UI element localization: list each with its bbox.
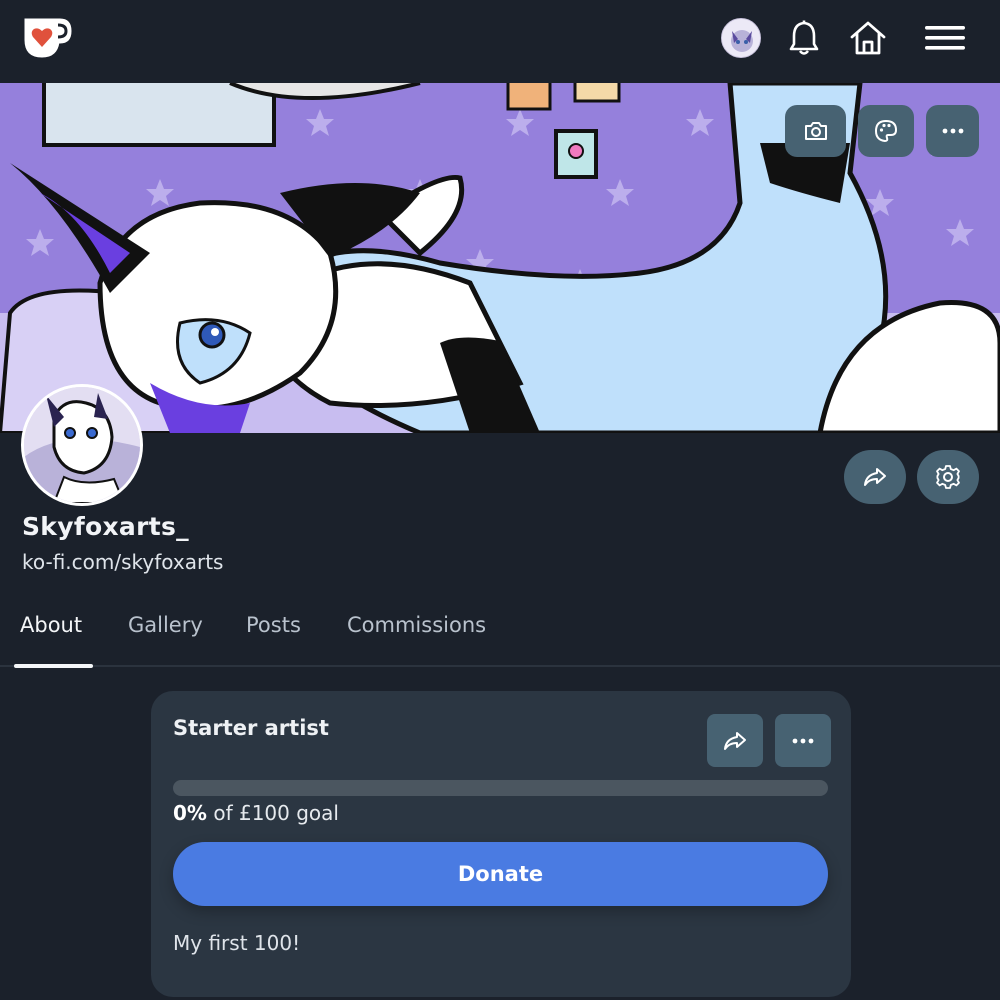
banner-more-button[interactable] — [926, 105, 979, 157]
more-icon — [792, 738, 814, 743]
tab-posts[interactable]: Posts — [246, 613, 301, 637]
tab-commissions[interactable]: Commissions — [347, 613, 486, 637]
bell-icon[interactable] — [782, 16, 826, 60]
goal-card: Starter artist 0% of £100 goal Donate My… — [151, 691, 851, 997]
profile-name: Skyfoxarts_ — [22, 512, 189, 541]
goal-progress-text: 0% of £100 goal — [173, 801, 339, 825]
profile-url[interactable]: ko-fi.com/skyfoxarts — [22, 550, 223, 574]
top-navigation-bar — [0, 0, 1000, 83]
camera-icon — [804, 122, 827, 140]
goal-description: My first 100! — [173, 931, 301, 955]
change-cover-camera-button[interactable] — [785, 105, 846, 157]
gear-icon — [936, 465, 960, 489]
share-icon — [864, 468, 886, 486]
donate-button[interactable]: Donate — [173, 842, 828, 906]
profile-avatar[interactable] — [21, 384, 143, 506]
cover-banner-image — [0, 83, 1000, 433]
profile-settings-button[interactable] — [917, 450, 979, 504]
active-tab-indicator — [14, 664, 93, 668]
share-icon — [724, 731, 746, 750]
profile-tabs: About Gallery Posts Commissions — [0, 605, 1000, 668]
tab-gallery[interactable]: Gallery — [128, 613, 203, 637]
share-goal-button[interactable] — [707, 714, 763, 767]
hamburger-menu-icon[interactable] — [921, 16, 969, 60]
goal-target: of £100 goal — [213, 801, 339, 825]
goal-more-button[interactable] — [775, 714, 831, 767]
user-avatar[interactable] — [721, 18, 761, 58]
more-icon — [942, 128, 963, 134]
palette-icon — [874, 119, 898, 143]
customize-theme-button[interactable] — [858, 105, 914, 157]
goal-progress-bar — [173, 780, 828, 796]
tab-about[interactable]: About — [20, 613, 82, 637]
kofi-cup-logo-icon[interactable] — [20, 14, 74, 62]
home-icon[interactable] — [846, 16, 890, 60]
goal-title: Starter artist — [173, 716, 329, 740]
goal-percent: 0% — [173, 801, 207, 825]
share-profile-button[interactable] — [844, 450, 906, 504]
